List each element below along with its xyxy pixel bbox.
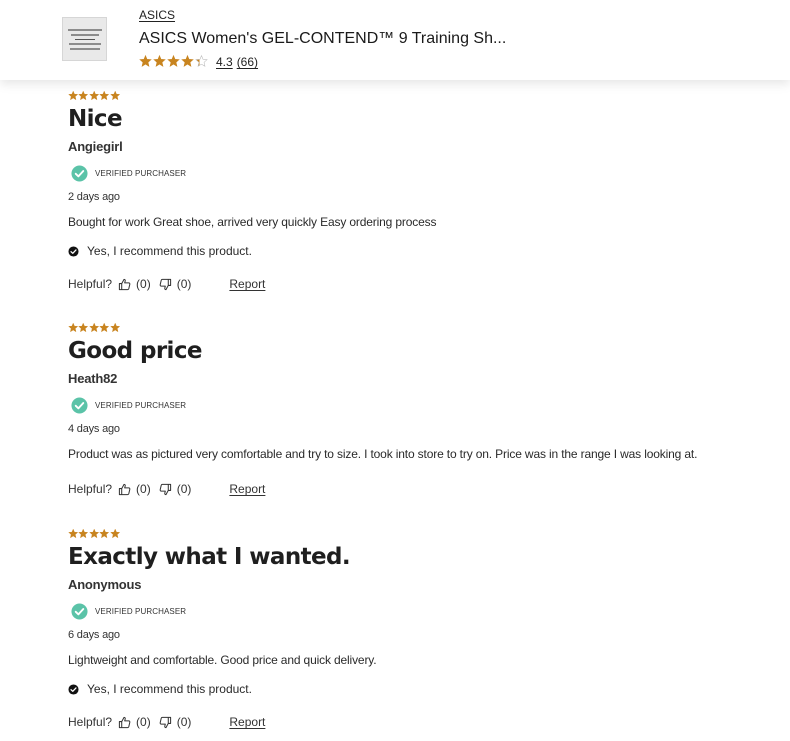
review-star-rating [68,322,768,333]
star-icon [99,528,110,539]
review-count-link[interactable]: (66) [237,55,258,69]
star-icon [68,322,79,333]
star-icon [109,322,120,333]
star-icon [109,90,120,101]
recommend-line: Yes, I recommend this product. [68,244,768,258]
verified-label: VERIFIED PURCHASER [95,400,187,410]
helpful-no-count[interactable]: (0) [177,482,192,496]
star-icon [88,322,99,333]
star-icon [167,54,180,67]
star-icon [78,322,89,333]
star-icon [153,54,166,67]
review-body: Product was as pictured very comfortable… [68,447,698,461]
report-link[interactable]: Report [229,715,265,729]
star-icon [109,528,120,539]
header-star-rating [139,54,208,68]
review-body: Lightweight and comfortable. Good price … [68,653,377,667]
star-icon [181,54,194,67]
helpful-label: Helpful? [68,715,113,729]
review-body: Bought for work Great shoe, arrived very… [68,215,437,229]
star-icon [68,528,79,539]
verified-label: VERIFIED PURCHASER [95,168,187,178]
report-link[interactable]: Report [229,277,265,291]
review-date: 6 days ago [68,629,120,641]
recommend-check-icon [68,683,79,695]
star-icon [195,54,208,67]
review-title: Good price [68,338,202,364]
review-star-rating [68,528,768,539]
star-icon [88,528,99,539]
thumbs-down-icon[interactable] [159,278,172,291]
brand-link[interactable]: ASICS [139,8,175,22]
helpful-row: Helpful? (0) (0) Report [68,714,768,730]
review-item: Exactly what I wanted. Anonymous VERIFIE… [68,528,768,730]
review-author: Heath82 [68,371,118,386]
helpful-row: Helpful? (0) (0) Report [68,481,768,497]
review-title: Exactly what I wanted. [68,544,351,570]
star-icon [78,90,89,101]
review-item: Good price Heath82 VERIFIED PURCHASER 4 … [68,322,768,497]
review-author: Anonymous [68,577,142,592]
header-rating[interactable]: 4.3 (66) [216,55,258,69]
verified-check-icon [71,396,88,414]
review-date: 4 days ago [68,423,120,435]
rating-average[interactable]: 4.3 [216,55,233,69]
verified-check-icon [71,602,88,620]
helpful-yes-count[interactable]: (0) [136,277,151,291]
verified-label: VERIFIED PURCHASER [95,606,187,616]
recommend-text: Yes, I recommend this product. [87,244,252,258]
thumbs-up-icon[interactable] [118,278,131,291]
helpful-label: Helpful? [68,277,113,291]
star-icon [68,90,79,101]
helpful-yes-count[interactable]: (0) [136,715,151,729]
product-image-placeholder-icon[interactable] [62,17,107,61]
thumbs-down-icon[interactable] [159,716,172,729]
review-star-rating [68,90,768,101]
star-icon [88,90,99,101]
review-author: Angiegirl [68,139,123,154]
review-date: 2 days ago [68,191,120,203]
star-icon [139,54,152,67]
product-header: ASICS ASICS Women's GEL-CONTEND™ 9 Train… [0,0,790,80]
helpful-no-count[interactable]: (0) [177,715,192,729]
thumbs-up-icon[interactable] [118,483,131,496]
star-icon [99,322,110,333]
verified-purchaser-badge: VERIFIED PURCHASER [71,164,768,182]
helpful-row: Helpful? (0) (0) Report [68,276,768,292]
helpful-label: Helpful? [68,482,113,496]
product-title[interactable]: ASICS Women's GEL-CONTEND™ 9 Training Sh… [139,30,506,48]
recommend-line: Yes, I recommend this product. [68,682,768,696]
helpful-yes-count[interactable]: (0) [136,482,151,496]
star-icon [99,90,110,101]
helpful-no-count[interactable]: (0) [177,277,192,291]
report-link[interactable]: Report [229,482,265,496]
recommend-check-icon [68,245,79,257]
review-title: Nice [68,106,123,132]
recommend-text: Yes, I recommend this product. [87,682,252,696]
thumbs-up-icon[interactable] [118,716,131,729]
verified-purchaser-badge: VERIFIED PURCHASER [71,396,768,414]
verified-purchaser-badge: VERIFIED PURCHASER [71,602,768,620]
verified-check-icon [71,164,88,182]
star-icon [78,528,89,539]
thumbs-down-icon[interactable] [159,483,172,496]
review-item: Nice Angiegirl VERIFIED PURCHASER 2 days… [68,90,768,292]
